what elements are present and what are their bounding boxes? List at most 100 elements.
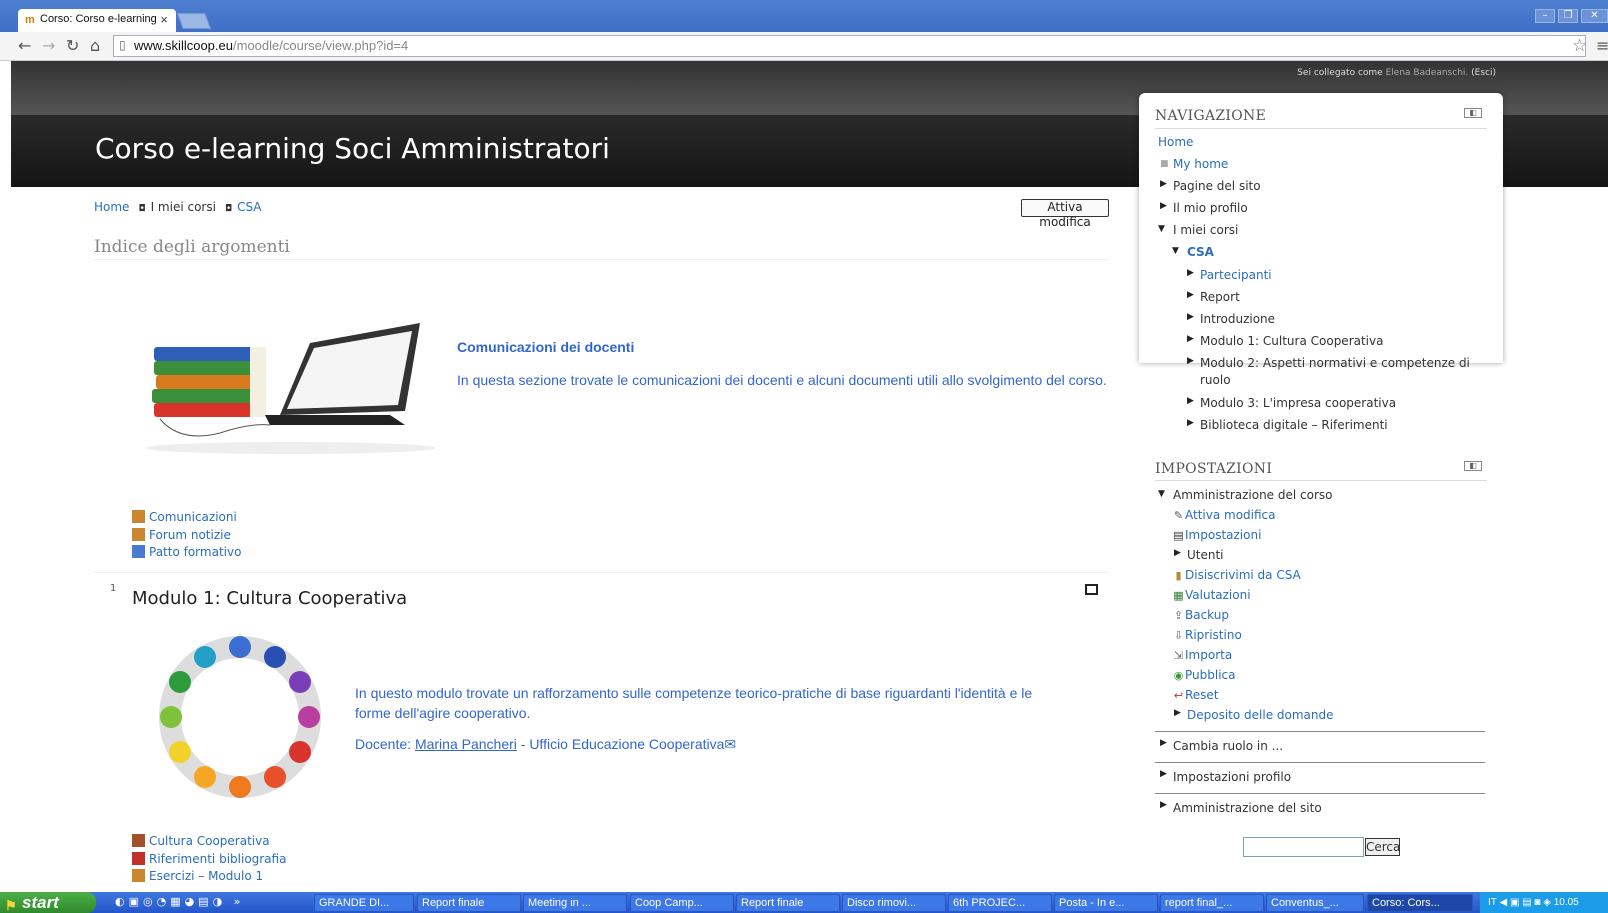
settings-unenrol[interactable]: ▮ Disiscrivimi da CSA [1172, 568, 1300, 582]
tray-icons[interactable]: ◀ ▣ ▤ ◙ ◈ [1500, 897, 1554, 908]
section1-teacher: Docente: Marina Pancheri - Ufficio Educa… [355, 736, 736, 753]
expand-arrow-icon[interactable]: ▶ [1187, 418, 1194, 428]
nav-course[interactable]: CSA [1187, 245, 1214, 259]
expand-arrow-icon[interactable]: ▶ [1160, 800, 1167, 810]
settings-question-bank[interactable]: Deposito delle domande [1187, 708, 1334, 722]
settings-course-admin[interactable]: Amministrazione del corso [1173, 488, 1333, 502]
expand-arrow-icon[interactable]: ▶ [1187, 312, 1194, 322]
section0-description: In questa sezione trovate le comunicazio… [457, 372, 1107, 388]
nav-home[interactable]: Home [1158, 135, 1193, 149]
activity-comunicazioni[interactable]: Comunicazioni [132, 510, 241, 528]
reload-icon[interactable]: ↻ [66, 36, 79, 55]
email-icon[interactable]: ✉ [724, 736, 736, 752]
expand-arrow-icon[interactable]: ▶ [1160, 179, 1167, 189]
forum-icon [132, 510, 145, 523]
nav-my-courses[interactable]: I miei corsi [1173, 223, 1238, 237]
nav-module2-cont[interactable]: ruolo [1200, 373, 1231, 387]
expand-arrow-icon[interactable]: ▶ [1174, 548, 1181, 558]
settings-publish[interactable]: ◉ Pubblica [1172, 668, 1236, 682]
settings-search-input[interactable] [1243, 837, 1364, 857]
taskbar-item[interactable]: Report finale [417, 894, 521, 912]
home-icon[interactable]: ⌂ [90, 36, 100, 55]
dock-block-icon[interactable]: ◧ [1464, 461, 1482, 471]
browser-tab[interactable]: m Corso: Corso e-learning × [18, 9, 176, 32]
settings-edit-mode[interactable]: ✎ Attiva modifica [1172, 508, 1276, 522]
settings-users[interactable]: Utenti [1187, 548, 1224, 562]
nav-digital-library[interactable]: Biblioteca digitale – Riferimenti [1200, 418, 1388, 432]
settings-site-admin[interactable]: Amministrazione del sito [1173, 801, 1322, 815]
nav-module1[interactable]: Modulo 1: Cultura Cooperativa [1200, 334, 1383, 348]
activity-cultura-cooperativa[interactable]: Cultura Cooperativa [132, 834, 286, 852]
nav-my-profile[interactable]: Il mio profilo [1173, 201, 1248, 215]
logout-link[interactable]: (Esci) [1471, 68, 1496, 78]
nav-my-home[interactable]: My home [1173, 157, 1228, 171]
activity-esercizi[interactable]: Esercizi – Modulo 1 [132, 869, 286, 887]
address-bar[interactable]: ▯ www.skillcoop.eu/moodle/course/view.ph… [113, 35, 1586, 57]
activity-riferimenti[interactable]: Riferimenti bibliografia [132, 851, 286, 870]
expand-arrow-icon[interactable]: ▶ [1187, 396, 1194, 406]
activity-patto-formativo[interactable]: Patto formativo [132, 545, 241, 563]
expand-arrow-icon[interactable]: ▶ [1160, 769, 1167, 779]
nav-participants[interactable]: Partecipanti [1200, 268, 1272, 282]
nav-module3[interactable]: Modulo 3: L'impresa cooperativa [1200, 396, 1396, 410]
language-indicator[interactable]: IT [1488, 897, 1497, 908]
new-tab-button[interactable] [177, 13, 211, 29]
taskbar-item[interactable]: 6th PROJEC... [948, 894, 1052, 912]
breadcrumb-home[interactable]: Home [94, 200, 129, 214]
breadcrumb-separator-icon: ◘ [224, 204, 233, 214]
expand-arrow-icon[interactable]: ▶ [1187, 356, 1194, 366]
back-arrow-icon[interactable]: ← [18, 36, 31, 55]
taskbar-item[interactable]: GRANDE DI... [314, 894, 414, 912]
tab-close-icon[interactable]: × [160, 12, 168, 27]
taskbar-item[interactable]: Meeting in ... [523, 894, 627, 912]
settings-reset[interactable]: ↩ Reset [1172, 688, 1219, 702]
taskbar-item-active[interactable]: Corso: Cors... [1367, 894, 1473, 912]
dock-block-icon[interactable]: ◧ [1464, 108, 1482, 118]
taskbar-item[interactable]: Disco rimovi... [842, 894, 946, 912]
taskbar-item[interactable]: report final_... [1160, 894, 1264, 912]
menu-icon[interactable]: ≡ [1596, 36, 1608, 55]
expand-arrow-icon[interactable]: ▶ [1160, 738, 1167, 748]
section-highlight-icon[interactable] [1085, 584, 1098, 595]
expand-arrow-icon[interactable]: ▶ [1174, 708, 1181, 718]
bullet-icon: ■ [1160, 159, 1169, 169]
login-user-link[interactable]: Elena Badeanschi. [1386, 68, 1469, 78]
settings-import[interactable]: ⇲ Importa [1172, 648, 1232, 662]
taskbar-item[interactable]: Posta - In e... [1054, 894, 1158, 912]
settings-course-settings[interactable]: ▤Impostazioni [1172, 528, 1261, 542]
nav-module2[interactable]: Modulo 2: Aspetti normativi e competenze… [1200, 356, 1470, 370]
settings-backup[interactable]: ⇪ Backup [1172, 608, 1229, 622]
activity-forum-notizie[interactable]: Forum notizie [132, 527, 241, 546]
expand-arrow-icon[interactable]: ▶ [1160, 201, 1167, 211]
settings-profile[interactable]: Impostazioni profilo [1173, 770, 1291, 784]
start-button[interactable]: ⚑ start [0, 892, 96, 913]
expand-arrow-icon[interactable]: ▶ [1187, 268, 1194, 278]
nav-introduction[interactable]: Introduzione [1200, 312, 1275, 326]
bookmark-star-icon[interactable]: ☆ [1572, 36, 1587, 56]
settings-switch-role[interactable]: Cambia ruolo in ... [1173, 739, 1283, 753]
minimize-icon[interactable]: – [1535, 9, 1555, 23]
nav-report[interactable]: Report [1200, 290, 1240, 304]
close-window-icon[interactable]: ✕ [1581, 9, 1608, 23]
taskbar-item[interactable]: Report finale [736, 894, 840, 912]
settings-restore[interactable]: ⇩ Ripristino [1172, 628, 1242, 642]
edit-mode-button[interactable]: Attiva modifica [1021, 199, 1109, 229]
teacher-name-link[interactable]: Marina Pancheri [415, 736, 517, 752]
taskbar-item[interactable]: Coop Camp... [630, 894, 734, 912]
settings-grades[interactable]: ▦Valutazioni [1172, 588, 1250, 602]
breadcrumb-course[interactable]: CSA [237, 200, 261, 214]
restore-icon[interactable]: ❐ [1558, 9, 1578, 23]
expand-arrow-icon[interactable]: ▶ [1187, 334, 1194, 344]
forward-arrow-icon[interactable]: → [42, 36, 55, 55]
collapse-arrow-icon[interactable]: ▼ [1158, 489, 1165, 499]
login-prefix: Sei collegato come [1297, 68, 1383, 78]
search-button[interactable]: Cerca [1365, 838, 1400, 856]
quick-launch-icons[interactable]: ◐▣◎◔▦◕▤◑ » [115, 895, 244, 908]
forum-icon [132, 869, 145, 882]
collapse-arrow-icon[interactable]: ▼ [1172, 246, 1179, 256]
collapse-arrow-icon[interactable]: ▼ [1158, 224, 1165, 234]
section0-title[interactable]: Comunicazioni dei docenti [457, 339, 634, 355]
nav-site-pages[interactable]: Pagine del sito [1173, 179, 1261, 193]
taskbar-item[interactable]: Conventus_... [1266, 894, 1364, 912]
expand-arrow-icon[interactable]: ▶ [1187, 290, 1194, 300]
